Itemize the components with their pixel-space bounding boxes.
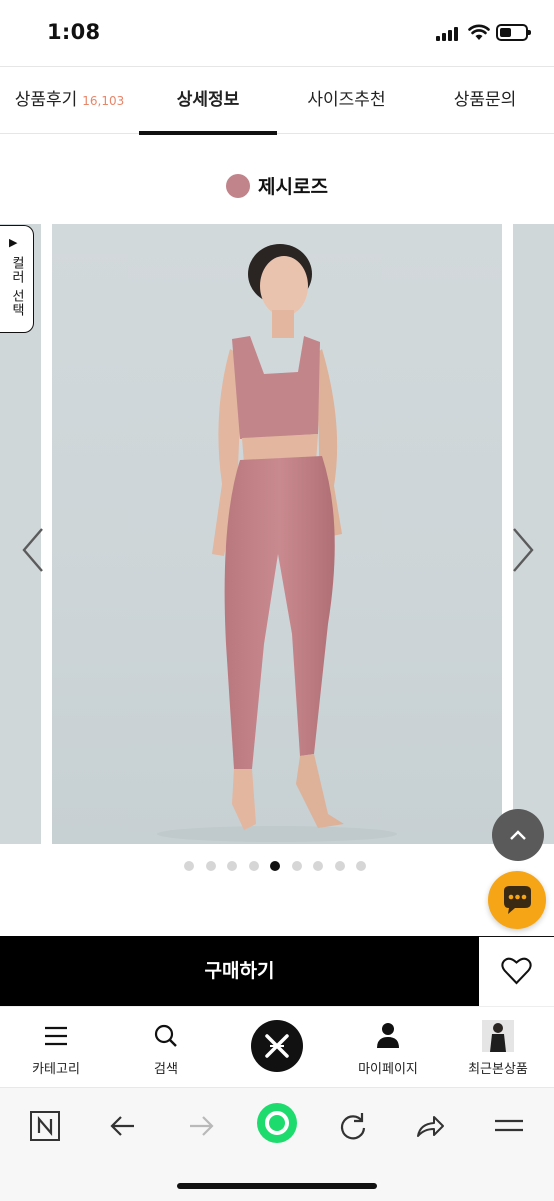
- tab-details-label: 상세정보: [176, 90, 240, 110]
- refresh-icon[interactable]: [335, 1108, 371, 1144]
- heart-icon: [501, 957, 532, 985]
- wifi-icon: [468, 24, 490, 40]
- tab-details[interactable]: 상세정보: [139, 67, 277, 134]
- carousel-next-chevron-icon[interactable]: [508, 525, 538, 575]
- product-tabs: 상품후기 16,103 상세정보 사이즈추천 상품문의: [0, 66, 554, 135]
- nav-category[interactable]: 카테고리: [1, 1007, 111, 1087]
- nav-recent-label: 최근본상품: [468, 1062, 528, 1077]
- tab-inquiry-label: 상품문의: [453, 90, 517, 110]
- nav-mypage-label: 마이페이지: [358, 1062, 418, 1077]
- scroll-top-button[interactable]: [492, 809, 544, 861]
- model-figure: [157, 244, 397, 842]
- nav-search[interactable]: 검색: [111, 1007, 221, 1087]
- review-count: 16,103: [82, 94, 125, 108]
- tab-reviews-label: 상품후기: [14, 90, 78, 110]
- chat-bubble-icon: [504, 886, 531, 914]
- carousel-dot[interactable]: [184, 861, 194, 871]
- green-home-icon[interactable]: [255, 1101, 299, 1145]
- menu-icon: [45, 1026, 67, 1046]
- cellular-signal-icon: [436, 27, 462, 41]
- buy-button[interactable]: 구매하기: [0, 936, 479, 1006]
- play-triangle-icon: ▶: [9, 236, 18, 249]
- status-time: 1:08: [47, 20, 101, 44]
- person-icon: [377, 1023, 399, 1048]
- carousel-dot[interactable]: [227, 861, 237, 871]
- carousel-dot[interactable]: [205, 861, 216, 871]
- nav-recent[interactable]: 최근본상품: [443, 1007, 553, 1087]
- status-bar: 1:08: [0, 0, 554, 66]
- forward-arrow-icon[interactable]: [183, 1108, 219, 1144]
- share-icon[interactable]: [412, 1108, 448, 1144]
- tab-reviews[interactable]: 상품후기 16,103: [0, 67, 139, 134]
- carousel-dot[interactable]: [334, 861, 345, 871]
- carousel-dot[interactable]: [356, 861, 366, 871]
- nav-mypage[interactable]: 마이페이지: [333, 1007, 443, 1087]
- color-name: 제시로즈: [258, 176, 328, 198]
- recent-product-thumbnail: [482, 1020, 514, 1052]
- naver-n-icon[interactable]: [27, 1108, 63, 1144]
- product-image[interactable]: [52, 224, 502, 844]
- carousel-prev-chevron-icon[interactable]: [18, 525, 48, 575]
- carousel-dot[interactable]: [291, 861, 302, 871]
- carousel-dot[interactable]: [270, 861, 280, 871]
- hamburger-menu-icon[interactable]: [491, 1108, 527, 1144]
- color-select-label: 컬러 선택: [9, 256, 24, 318]
- battery-icon: [496, 24, 531, 41]
- tab-size-recommend[interactable]: 사이즈추천: [277, 67, 416, 134]
- purchase-bar: 구매하기: [0, 936, 554, 1006]
- color-swatch: [226, 173, 251, 198]
- chevron-up-icon: [510, 830, 526, 840]
- chat-button[interactable]: [488, 871, 546, 929]
- carousel-dot[interactable]: [248, 861, 259, 871]
- color-select-button[interactable]: ▶ 컬러 선택: [0, 225, 34, 333]
- search-icon: [154, 1024, 177, 1047]
- brand-logo-icon: [265, 1034, 289, 1058]
- back-arrow-icon[interactable]: [105, 1108, 141, 1144]
- carousel-dot[interactable]: [313, 861, 323, 871]
- tab-inquiry[interactable]: 상품문의: [416, 67, 554, 134]
- brand-logo-button[interactable]: [251, 1020, 303, 1072]
- nav-search-label: 검색: [154, 1062, 178, 1077]
- selected-color-label: 제시로즈: [0, 172, 554, 208]
- tab-size-recommend-label: 사이즈추천: [307, 90, 386, 110]
- active-tab-indicator: [139, 131, 277, 135]
- nav-category-label: 카테고리: [32, 1062, 80, 1077]
- home-indicator: [177, 1183, 377, 1189]
- wishlist-button[interactable]: [479, 936, 554, 1006]
